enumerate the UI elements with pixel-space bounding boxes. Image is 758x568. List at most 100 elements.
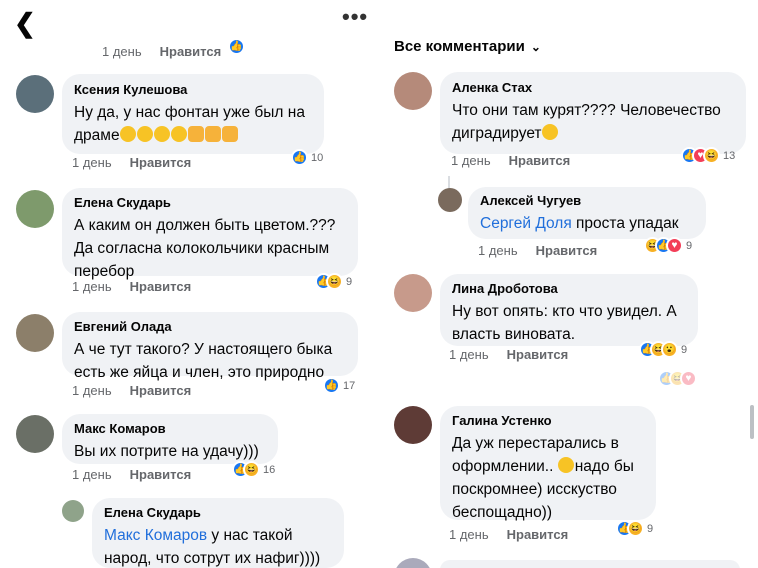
reaction-summary[interactable]: 😆 👍 ♥ 9 [644,237,692,254]
love-reaction-icon: ♥ [666,237,683,254]
filter-label: Все комментарии [394,38,525,55]
scrollbar[interactable] [750,405,754,439]
avatar[interactable] [16,190,54,228]
comment-meta: 1 день Нравится [72,279,191,294]
reaction-summary[interactable]: 👍 [228,38,245,55]
love-reaction-icon: ♥ [680,370,697,387]
avatar[interactable] [394,274,432,312]
avatar[interactable] [394,72,432,110]
like-link[interactable]: Нравится [507,347,569,362]
like-link[interactable]: Нравится [130,279,192,294]
timestamp: 1 день [72,155,112,170]
haha-reaction-icon: 😆 [243,461,260,478]
like-link[interactable]: Нравится [507,527,569,542]
comment-bubble: Елена Скударь А каким он должен быть цве… [62,188,358,280]
comment-bubble: Галина Устенко Да уж перестарались в офо… [440,406,656,521]
comment-author[interactable]: Алексей Чугуев [480,193,694,208]
comment-author[interactable]: Елена Скударь [104,505,332,520]
top-bar: ❮ ••• [0,0,378,44]
avatar[interactable] [394,558,432,568]
haha-reaction-icon: 😆 [326,273,343,290]
timestamp: 1 день [72,467,112,482]
comment-text: Да уж перестарались в оформлении.. надо … [452,435,639,521]
timestamp: 1 день [451,153,491,168]
avatar[interactable] [62,500,84,522]
right-comments-panel: Все комментарии ⌄ Аленка Стах Что они там… [382,0,758,568]
like-link[interactable]: Нравится [130,155,192,170]
reaction-count: 10 [311,151,324,164]
comment-author[interactable]: Лина Дроботова [452,281,686,296]
timestamp: 1 день [449,527,489,542]
comment-meta: 1 день Нравится [478,243,597,258]
comment-meta: 1 день Нравится [72,467,191,482]
reaction-summary: 👍 😆 ♥ [658,370,697,387]
like-link[interactable]: Нравится [130,383,192,398]
reaction-summary[interactable]: 👍 17 [323,377,355,394]
comment-bubble [440,560,740,568]
reaction-summary[interactable]: 👍 😆 9 [315,273,352,290]
back-arrow-icon[interactable]: ❮ [14,8,36,39]
comment-meta: 1 день Нравится [449,347,568,362]
timestamp: 1 день [478,243,518,258]
timestamp: 1 день [72,279,112,294]
comment-text: Ну вот опять: кто что увидел. А власть в… [452,303,682,343]
comment-bubble: Ксения Кулешова Ну да, у нас фонтан уже … [62,74,324,154]
reaction-summary[interactable]: 👍 😆 16 [232,461,275,478]
comment-bubble: Лина Дроботова Ну вот опять: кто что уви… [440,274,698,346]
like-link[interactable]: Нравится [509,153,571,168]
comment-author[interactable]: Евгений Олада [74,319,346,334]
mention-link[interactable]: Макс Комаров [104,527,207,544]
comment-text: А че тут такого? У настоящего быка есть … [74,341,337,381]
avatar[interactable] [438,188,462,212]
like-reaction-icon: 👍 [323,377,340,394]
comment-filter[interactable]: Все комментарии ⌄ [394,38,541,55]
comment-meta: 1 день Нравится [72,155,191,170]
like-link[interactable]: Нравится [536,243,598,258]
comment-bubble: Макс Комаров Вы их потрите на удачу))) [62,414,278,464]
thumbs-up-emoji-icon [187,126,204,142]
comment-author[interactable]: Ксения Кулешова [74,82,312,97]
more-options-icon[interactable]: ••• [342,4,368,30]
avatar[interactable] [394,406,432,444]
chevron-down-icon: ⌄ [530,40,541,54]
comment-bubble: Аленка Стах Что они там курят???? Челове… [440,72,746,154]
reaction-count: 17 [343,379,356,392]
smile-emoji-icon [557,457,574,473]
reaction-summary[interactable]: 👍 ♥ 😆 13 [681,147,735,164]
laugh-emoji-icon [119,126,136,142]
thumbs-up-emoji-icon [204,126,221,142]
comment-meta: 1 день Нравится [72,383,191,398]
like-reaction-icon: 👍 [228,38,245,55]
avatar[interactable] [16,415,54,453]
comment-author[interactable]: Елена Скударь [74,195,346,210]
reaction-summary[interactable]: 👍 😆 9 [616,520,653,537]
like-link[interactable]: Нравится [130,467,192,482]
comment-text: Ну да, у нас фонтан уже был на драме [74,104,310,144]
like-reaction-icon: 👍 [291,149,308,166]
reaction-count: 9 [346,275,353,288]
avatar[interactable] [16,314,54,352]
like-link[interactable]: Нравится [160,44,222,59]
reaction-count: 9 [681,343,688,356]
reaction-count: 13 [723,149,736,162]
comment-text: Сергей Доля проста упадак [480,215,679,232]
laugh-emoji-icon [170,126,187,142]
avatar[interactable] [16,75,54,113]
laugh-emoji-icon [136,126,153,142]
reaction-count: 9 [647,522,654,535]
timestamp: 1 день [72,383,112,398]
comment-meta: 1 день Нравится [449,527,568,542]
reply-bubble: Елена Скударь Макс Комаров у нас такой н… [92,498,344,568]
comment-text: Вы их потрите на удачу))) [74,443,259,460]
comment-author[interactable]: Макс Комаров [74,421,266,436]
reaction-count: 16 [263,463,276,476]
comment-author[interactable]: Галина Устенко [452,413,644,428]
reply-bubble: Алексей Чугуев Сергей Доля проста упадак [468,187,706,239]
mention-link[interactable]: Сергей Доля [480,215,572,232]
comment-bubble: Евгений Олада А че тут такого? У настоящ… [62,312,358,381]
reaction-summary[interactable]: 👍 10 [291,149,323,166]
comment-text: А каким он должен быть цветом.??? Да сог… [74,217,336,280]
reaction-summary[interactable]: 👍 😆 😮 9 [639,341,687,358]
haha-reaction-icon: 😆 [703,147,720,164]
comment-author[interactable]: Аленка Стах [452,80,734,95]
